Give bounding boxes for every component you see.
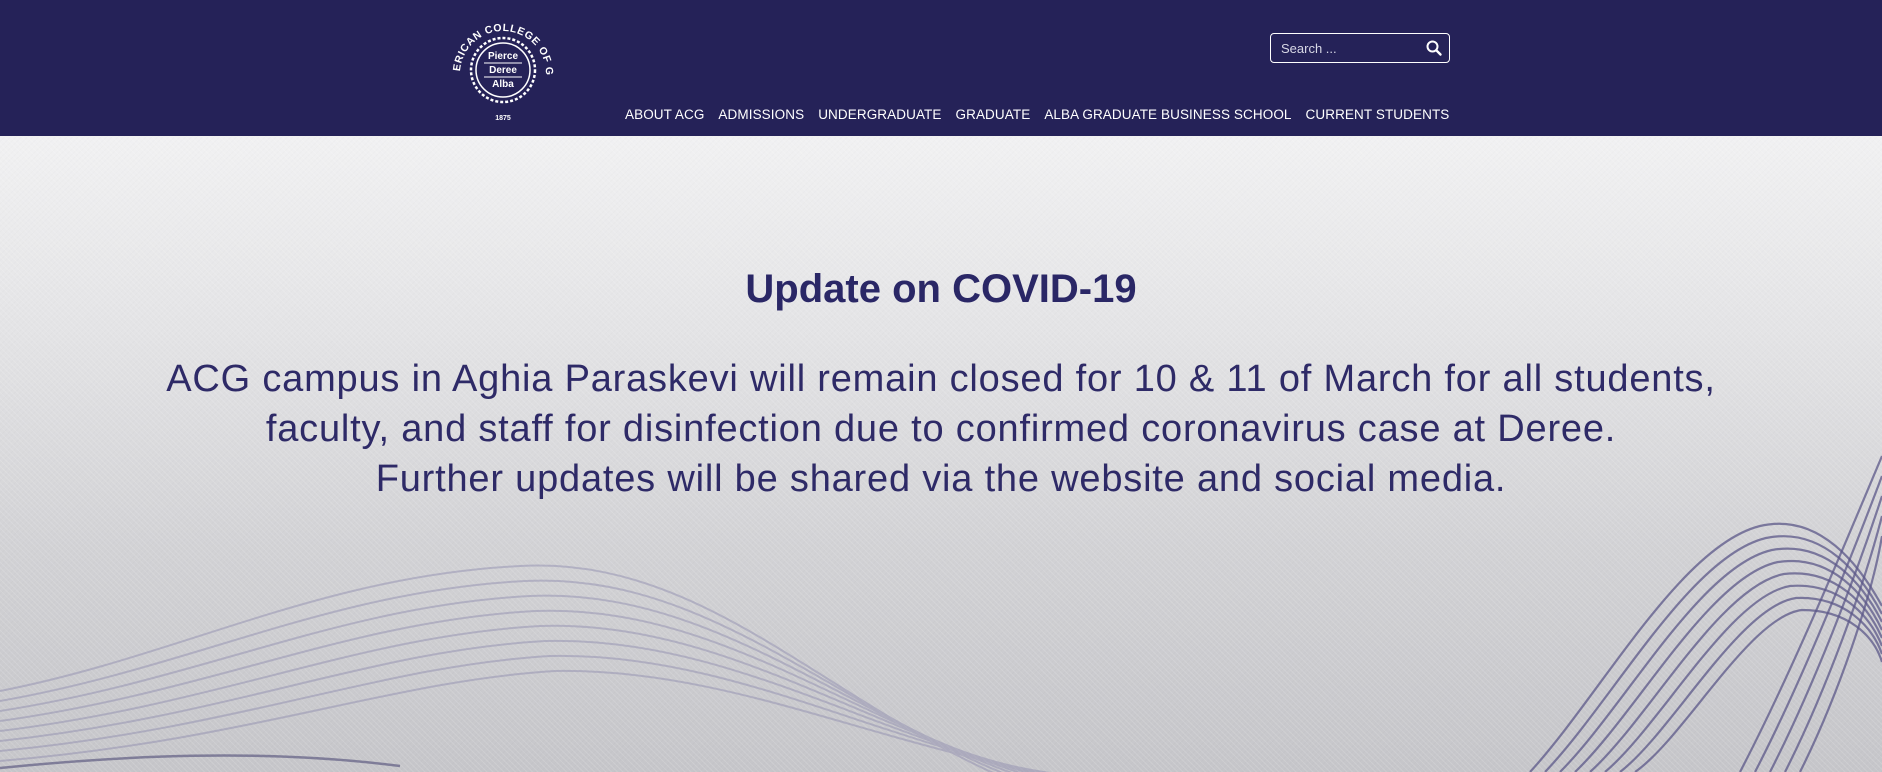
acg-logo[interactable]: THE AMERICAN COLLEGE OF GREECE Pierce De…: [446, 12, 560, 124]
nav-item-alba[interactable]: ALBA GRADUATE BUSINESS SCHOOL: [1044, 107, 1291, 122]
announcement-line-3: Further updates will be shared via the w…: [375, 458, 1507, 500]
announcement-line-2: faculty, and staff for disinfection due …: [265, 408, 1617, 450]
hero-announcement: ACG campus in Aghia Paraskevi will remai…: [0, 354, 1882, 504]
logo-line-deree: Deree: [489, 65, 517, 76]
nav-item-undergraduate[interactable]: UNDERGRADUATE: [818, 107, 941, 122]
search-form: [1270, 33, 1450, 63]
logo-year: 1875: [495, 115, 511, 122]
nav-item-current-students[interactable]: CURRENT STUDENTS: [1306, 107, 1450, 122]
logo-line-alba: Alba: [492, 79, 514, 90]
nav-item-graduate[interactable]: GRADUATE: [956, 107, 1031, 122]
nav-item-admissions[interactable]: ADMISSIONS: [718, 107, 804, 122]
hero-title: Update on COVID-19: [745, 267, 1137, 311]
main-nav: ABOUT ACG ADMISSIONS UNDERGRADUATE GRADU…: [618, 104, 1456, 124]
nav-item-about-acg[interactable]: ABOUT ACG: [625, 107, 704, 122]
hero-banner: Update on COVID-19 ACG campus in Aghia P…: [0, 136, 1882, 772]
announcement-line-1: ACG campus in Aghia Paraskevi will remai…: [166, 358, 1716, 400]
search-input[interactable]: [1271, 34, 1421, 62]
site-header: THE AMERICAN COLLEGE OF GREECE Pierce De…: [0, 0, 1882, 136]
search-icon[interactable]: [1425, 39, 1443, 57]
logo-line-pierce: Pierce: [488, 51, 518, 62]
